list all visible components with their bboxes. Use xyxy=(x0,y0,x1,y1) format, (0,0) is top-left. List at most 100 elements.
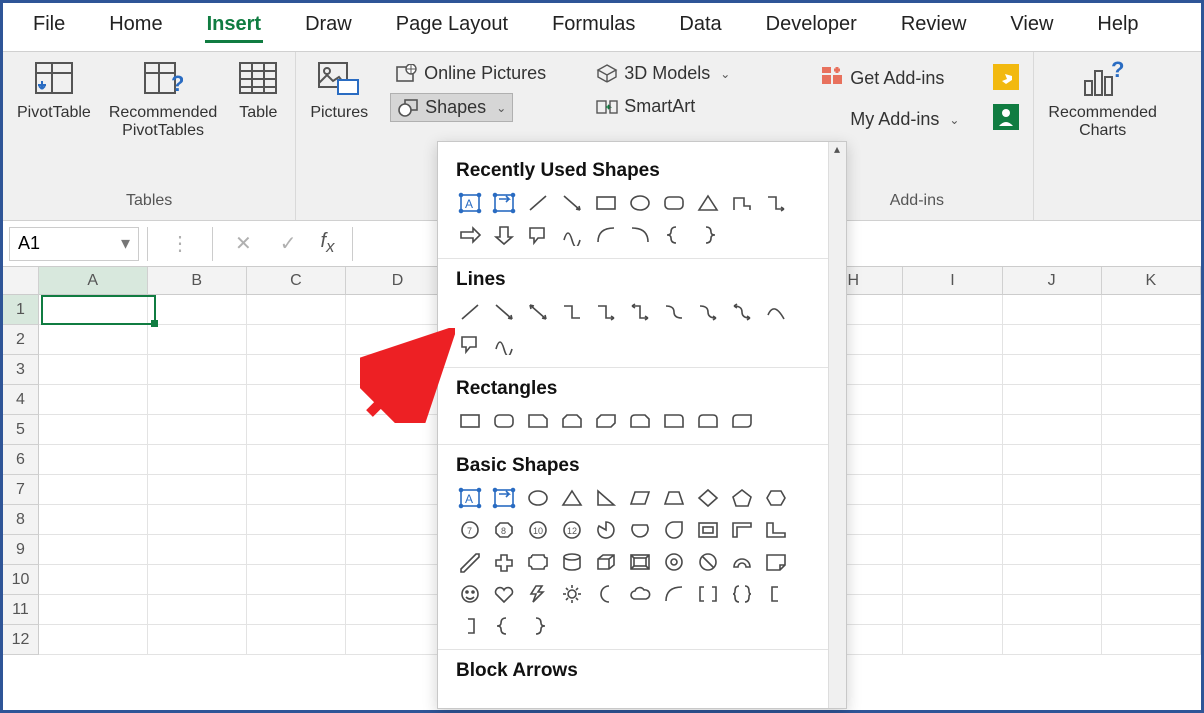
recommended-pivottables-button[interactable]: ? RecommendedPivotTables xyxy=(109,60,218,140)
right-bracket-icon[interactable] xyxy=(456,613,484,639)
cell[interactable] xyxy=(1003,385,1102,415)
arrow-down-icon[interactable] xyxy=(490,222,518,248)
tab-home[interactable]: Home xyxy=(107,9,164,40)
cell[interactable] xyxy=(346,625,450,655)
cell[interactable] xyxy=(148,385,247,415)
snip-single-icon[interactable] xyxy=(524,408,552,434)
cell[interactable] xyxy=(1003,475,1102,505)
fx-button[interactable]: fx xyxy=(311,230,345,257)
pie-icon[interactable] xyxy=(592,517,620,543)
cell[interactable] xyxy=(1102,625,1201,655)
cell[interactable] xyxy=(346,445,450,475)
col-header-C[interactable]: C xyxy=(247,267,346,295)
cell[interactable] xyxy=(247,595,346,625)
dropdown-scrollbar[interactable]: ▴ xyxy=(828,142,846,708)
textbox-h-icon[interactable]: A xyxy=(456,485,484,511)
cell[interactable] xyxy=(903,565,1002,595)
snip-same-icon[interactable] xyxy=(558,408,586,434)
tab-help[interactable]: Help xyxy=(1095,9,1140,40)
cell[interactable] xyxy=(1003,415,1102,445)
cell[interactable] xyxy=(247,535,346,565)
cell[interactable] xyxy=(1102,595,1201,625)
cell[interactable] xyxy=(39,445,148,475)
cell[interactable] xyxy=(346,475,450,505)
enter-icon[interactable]: ✓ xyxy=(266,231,311,256)
plus-icon[interactable] xyxy=(490,549,518,575)
cell[interactable] xyxy=(1003,505,1102,535)
oval-icon[interactable] xyxy=(626,190,654,216)
cell[interactable] xyxy=(903,295,1002,325)
cell[interactable] xyxy=(1102,415,1201,445)
name-box[interactable]: A1 ▾ xyxy=(9,227,139,261)
pictures-button[interactable]: Pictures xyxy=(310,60,368,122)
cell[interactable] xyxy=(1003,535,1102,565)
col-header-B[interactable]: B xyxy=(148,267,247,295)
row-header-6[interactable]: 6 xyxy=(3,445,39,475)
left-brace-icon[interactable] xyxy=(660,222,688,248)
cell[interactable] xyxy=(1003,325,1102,355)
cell[interactable] xyxy=(148,415,247,445)
cell[interactable] xyxy=(1003,565,1102,595)
chevron-down-icon[interactable]: ▾ xyxy=(121,233,130,254)
cell[interactable] xyxy=(148,535,247,565)
row-header-2[interactable]: 2 xyxy=(3,325,39,355)
cancel-icon[interactable]: ✕ xyxy=(221,231,266,256)
curved-double-arrow-icon[interactable] xyxy=(728,299,756,325)
cell[interactable] xyxy=(39,505,148,535)
triangle-icon[interactable] xyxy=(694,190,722,216)
elbow-arrow-icon[interactable] xyxy=(592,299,620,325)
arc-icon[interactable] xyxy=(592,222,620,248)
pentagon-icon[interactable] xyxy=(728,485,756,511)
cell[interactable] xyxy=(39,355,148,385)
col-header-D[interactable]: D xyxy=(346,267,450,295)
col-header-A[interactable]: A xyxy=(39,267,148,295)
connector-elbow-icon[interactable] xyxy=(762,190,790,216)
scribble-tool-icon[interactable] xyxy=(490,331,518,357)
heptagon-icon[interactable]: 7 xyxy=(456,517,484,543)
cell[interactable] xyxy=(346,385,450,415)
chord-icon[interactable] xyxy=(626,517,654,543)
rounded-rect-icon[interactable] xyxy=(660,190,688,216)
round-diag-icon[interactable] xyxy=(728,408,756,434)
decagon-icon[interactable]: 10 xyxy=(524,517,552,543)
row-header-10[interactable]: 10 xyxy=(3,565,39,595)
cell[interactable] xyxy=(39,325,148,355)
smiley-icon[interactable] xyxy=(456,581,484,607)
round-rect-icon[interactable] xyxy=(490,408,518,434)
cell[interactable] xyxy=(148,295,247,325)
row-header-4[interactable]: 4 xyxy=(3,385,39,415)
moon-icon[interactable] xyxy=(592,581,620,607)
right-triangle-icon[interactable] xyxy=(592,485,620,511)
cell[interactable] xyxy=(903,385,1002,415)
cell[interactable] xyxy=(903,595,1002,625)
l-shape-icon[interactable] xyxy=(762,517,790,543)
cell[interactable] xyxy=(346,565,450,595)
diamond-icon[interactable] xyxy=(694,485,722,511)
cell[interactable] xyxy=(346,535,450,565)
callout-icon[interactable] xyxy=(524,222,552,248)
snip-diag-icon[interactable] xyxy=(592,408,620,434)
cell[interactable] xyxy=(247,415,346,445)
cell[interactable] xyxy=(903,445,1002,475)
cell[interactable] xyxy=(39,385,148,415)
cell[interactable] xyxy=(1003,295,1102,325)
parallelogram-icon[interactable] xyxy=(626,485,654,511)
tab-formulas[interactable]: Formulas xyxy=(550,9,637,40)
snip-round-icon[interactable] xyxy=(626,408,654,434)
elbow-double-arrow-icon[interactable] xyxy=(626,299,654,325)
cell[interactable] xyxy=(346,505,450,535)
curved-arrow-icon[interactable] xyxy=(694,299,722,325)
tab-page-layout[interactable]: Page Layout xyxy=(394,9,510,40)
round-same-icon[interactable] xyxy=(694,408,722,434)
row-header-8[interactable]: 8 xyxy=(3,505,39,535)
tab-draw[interactable]: Draw xyxy=(303,9,354,40)
can-icon[interactable] xyxy=(558,549,586,575)
col-header-K[interactable]: K xyxy=(1102,267,1201,295)
3d-models-button[interactable]: 3D Models ⌄ xyxy=(590,60,736,87)
tab-review[interactable]: Review xyxy=(899,9,969,40)
cell[interactable] xyxy=(148,595,247,625)
octagon-icon[interactable]: 8 xyxy=(490,517,518,543)
row-header-12[interactable]: 12 xyxy=(3,625,39,655)
cell[interactable] xyxy=(346,355,450,385)
col-header-J[interactable]: J xyxy=(1003,267,1102,295)
